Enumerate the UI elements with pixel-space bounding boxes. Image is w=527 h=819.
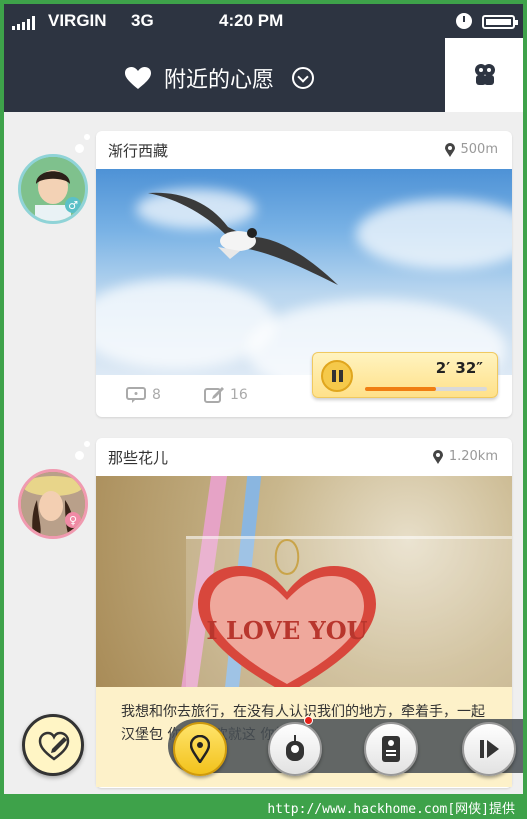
notification-dot: [304, 716, 313, 725]
seagull-image: [148, 192, 338, 285]
comment-icon: [126, 387, 146, 403]
document-icon: [382, 736, 400, 762]
pause-icon: [332, 370, 336, 382]
avatar[interactable]: ♂: [18, 154, 88, 224]
bubble-dot: [84, 441, 90, 447]
footer-text: http://www.hackhome.com[网侠]提供: [267, 802, 515, 817]
battery-icon: [482, 15, 518, 29]
footer-bar: http://www.hackhome.com[网侠]提供: [0, 794, 527, 819]
heart-icon: [125, 67, 151, 89]
nav-title-dropdown[interactable]: 附近的心愿: [124, 62, 315, 94]
bubble-dot: [75, 144, 84, 153]
page-title: 附近的心愿: [164, 68, 275, 93]
audio-duration: 2′ 32″: [435, 359, 483, 377]
chevron-down-icon: [292, 67, 315, 89]
make-wish-button[interactable]: [22, 714, 84, 776]
heart-edit-icon: [38, 731, 70, 761]
friends-icon: [475, 64, 495, 85]
friends-button[interactable]: [445, 38, 523, 112]
female-icon: ♀: [65, 512, 81, 528]
nearby-button[interactable]: [173, 722, 227, 776]
share-count[interactable]: 16: [204, 387, 248, 403]
comment-count-value: 8: [152, 387, 161, 403]
location-pin-icon: [444, 142, 455, 157]
avatar[interactable]: ♀: [18, 469, 88, 539]
share-count-value: 16: [230, 387, 248, 403]
card-header: 那些花儿 1.20km: [96, 438, 512, 476]
card-header: 渐行西藏 500m: [96, 131, 512, 169]
play-icon: [480, 740, 499, 758]
app-frame: VIRGIN 3G 4:20 PM 附近的心愿 ♂ 渐行西藏 500m 8 16…: [0, 0, 527, 819]
carrier-label: VIRGIN: [48, 11, 107, 30]
distance-value: 1.20km: [448, 449, 498, 464]
audio-progress-fill: [365, 387, 436, 391]
card-title: 那些花儿: [108, 449, 169, 467]
distance-value: 500m: [460, 142, 498, 157]
heart-tag-image: I LOVE YOU: [198, 539, 376, 690]
card-photo[interactable]: [96, 169, 512, 375]
audio-progress[interactable]: [365, 387, 487, 391]
comment-count[interactable]: 8: [126, 387, 161, 403]
alarm-icon: [456, 13, 472, 29]
play-button[interactable]: [462, 722, 516, 776]
edit-icon: [204, 387, 224, 403]
audio-player[interactable]: 2′ 32″: [312, 352, 498, 398]
distance-label: 500m: [444, 142, 498, 157]
status-time: 4:20 PM: [219, 11, 284, 30]
card-title: 渐行西藏: [108, 142, 169, 160]
heart-tag-text: I LOVE YOU: [206, 616, 367, 645]
location-icon: [190, 735, 210, 763]
male-icon: ♂: [65, 197, 81, 213]
document-button[interactable]: [364, 722, 418, 776]
bubble-dot: [84, 134, 90, 140]
nav-bar: 附近的心愿: [4, 38, 523, 112]
signal-icon: [12, 16, 35, 30]
card-photo[interactable]: I LOVE YOU: [96, 476, 512, 690]
robot-icon: [286, 735, 304, 761]
pause-button[interactable]: [321, 360, 353, 392]
status-bar: VIRGIN 3G 4:20 PM: [4, 4, 523, 38]
distance-label: 1.20km: [432, 449, 498, 464]
robot-button[interactable]: [268, 722, 322, 776]
bubble-dot: [75, 451, 84, 460]
location-pin-icon: [432, 449, 443, 464]
network-label: 3G: [131, 11, 154, 30]
